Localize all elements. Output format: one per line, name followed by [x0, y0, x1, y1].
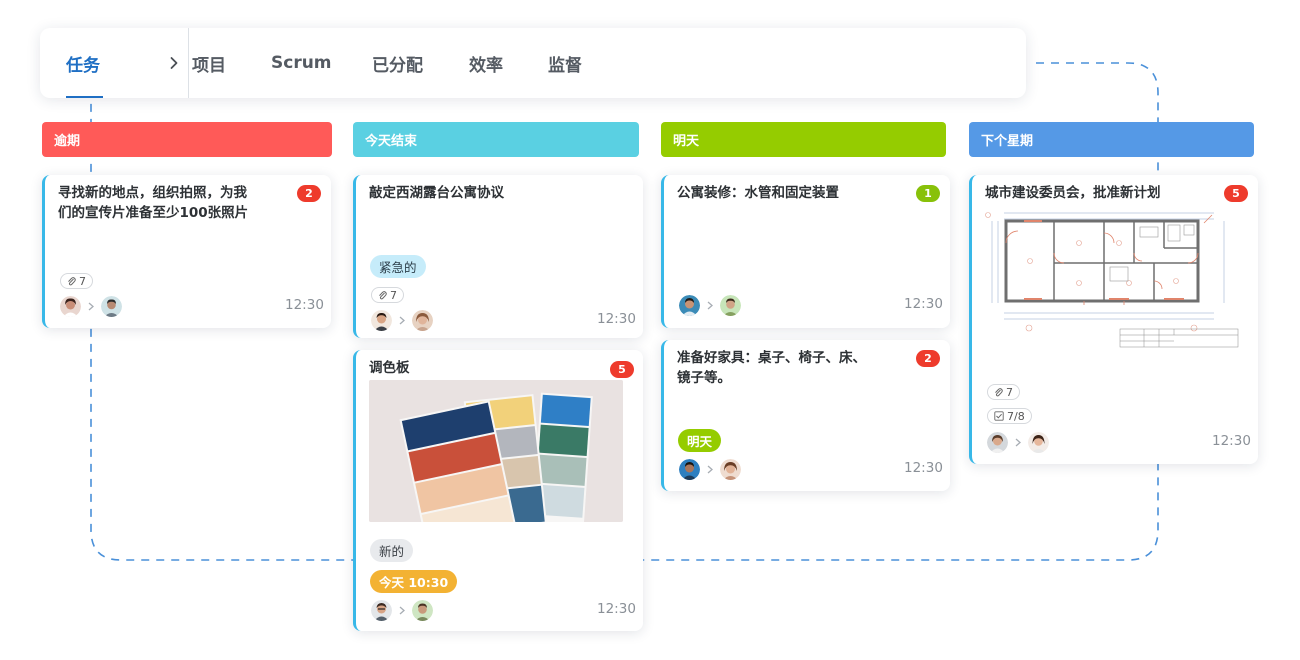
assignees — [679, 295, 741, 316]
tab-assigned[interactable]: 已分配 — [372, 28, 423, 98]
task-card[interactable]: 公寓装修：水管和固定装置 1 12:30 — [661, 175, 950, 328]
task-card[interactable]: 准备好家具：桌子、椅子、床、 镜子等。 2 明天 12:30 — [661, 340, 950, 491]
assignees — [60, 296, 122, 317]
avatar[interactable] — [987, 432, 1008, 453]
attachment-count[interactable]: 7 — [987, 384, 1020, 400]
avatar[interactable] — [371, 600, 392, 621]
chevron-right-icon[interactable] — [164, 50, 184, 76]
due-time: 12:30 — [597, 601, 636, 617]
arrow-right-icon — [1013, 437, 1023, 449]
card-title: 调色板 — [369, 360, 410, 376]
task-card[interactable]: 城市建设委员会，批准新计划 5 7 7/8 12:30 — [969, 175, 1258, 464]
card-title: 寻找新的地点，组织拍照，为我 们的宣传片准备至少100张照片 — [58, 185, 249, 221]
comment-count-badge: 2 — [297, 185, 321, 202]
priority-tag[interactable]: 紧急的 — [370, 255, 426, 278]
due-date-tag[interactable]: 明天 — [678, 429, 722, 452]
tab-scrum[interactable]: Scrum — [271, 28, 332, 98]
top-nav: 任务 项目 Scrum 已分配 效率 监督 — [40, 28, 1026, 98]
column-header-tomorrow: 明天 — [661, 122, 946, 157]
avatar[interactable] — [412, 310, 433, 331]
paperclip-icon — [379, 290, 387, 299]
assignees — [679, 459, 741, 480]
card-title: 公寓装修：水管和固定装置 — [677, 185, 839, 201]
due-time: 12:30 — [285, 297, 324, 313]
status-tag[interactable]: 新的 — [370, 539, 414, 562]
avatar[interactable] — [1028, 432, 1049, 453]
floor-plan-image[interactable] — [984, 203, 1242, 349]
due-time: 12:30 — [904, 296, 943, 312]
checklist-progress[interactable]: 7/8 — [987, 408, 1032, 424]
card-title: 准备好家具：桌子、椅子、床、 镜子等。 — [677, 350, 866, 386]
assignees — [987, 432, 1049, 453]
comment-count-badge: 2 — [916, 350, 940, 367]
avatar[interactable] — [412, 600, 433, 621]
tab-supervision[interactable]: 监督 — [548, 28, 582, 98]
avatar[interactable] — [720, 295, 741, 316]
arrow-right-icon — [705, 300, 715, 312]
active-tab-indicator — [66, 96, 103, 98]
comment-count-badge: 5 — [610, 361, 634, 378]
avatar[interactable] — [371, 310, 392, 331]
avatar[interactable] — [60, 296, 81, 317]
paperclip-icon — [68, 276, 76, 285]
task-card[interactable]: 调色板 5 新的 今天 10:30 12:30 — [353, 350, 643, 631]
column-header-today: 今天结束 — [353, 122, 639, 157]
column-header-next-week: 下个星期 — [969, 122, 1254, 157]
assignees — [371, 310, 433, 331]
card-title: 城市建设委员会，批准新计划 — [985, 185, 1161, 201]
tab-efficiency[interactable]: 效率 — [469, 28, 503, 98]
attachment-count[interactable]: 7 — [371, 287, 404, 303]
paperclip-icon — [995, 387, 1003, 396]
due-time: 12:30 — [1212, 433, 1251, 449]
comment-count-badge: 1 — [916, 185, 940, 202]
arrow-right-icon — [705, 464, 715, 476]
arrow-right-icon — [86, 301, 96, 313]
avatar[interactable] — [720, 459, 741, 480]
nav-divider — [188, 28, 189, 98]
arrow-right-icon — [397, 315, 407, 327]
comment-count-badge: 5 — [1224, 185, 1248, 202]
attachment-count[interactable]: 7 — [60, 273, 93, 289]
task-card[interactable]: 敲定西湖露台公寓协议 紧急的 7 12:30 — [353, 175, 643, 338]
tab-tasks[interactable]: 任务 — [66, 28, 146, 98]
avatar[interactable] — [101, 296, 122, 317]
avatar[interactable] — [679, 295, 700, 316]
avatar[interactable] — [679, 459, 700, 480]
due-time: 12:30 — [597, 311, 636, 327]
checklist-icon — [994, 411, 1004, 421]
tab-projects[interactable]: 项目 — [192, 28, 226, 98]
due-date-tag[interactable]: 今天 10:30 — [370, 570, 458, 593]
card-title: 敲定西湖露台公寓协议 — [369, 185, 504, 201]
color-palette-image[interactable] — [369, 380, 623, 522]
column-header-overdue: 逾期 — [42, 122, 332, 157]
arrow-right-icon — [397, 605, 407, 617]
tab-tasks-label: 任务 — [66, 55, 100, 76]
assignees — [371, 600, 433, 621]
due-time: 12:30 — [904, 460, 943, 476]
task-card[interactable]: 寻找新的地点，组织拍照，为我 们的宣传片准备至少100张照片 2 7 12:30 — [42, 175, 331, 328]
